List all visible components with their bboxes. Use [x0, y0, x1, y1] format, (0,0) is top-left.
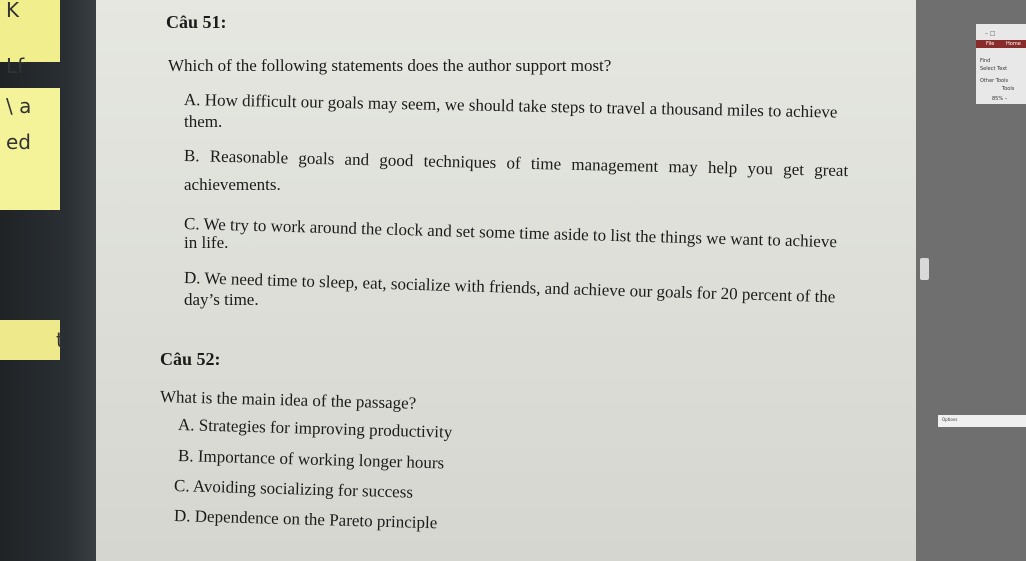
sticky-note-text: Lf — [6, 54, 25, 78]
tab-home[interactable]: Home — [1006, 41, 1021, 47]
tools-label: Tools — [1002, 86, 1015, 92]
sticky-note: t — [0, 320, 64, 360]
question-51-option-d-cont: day’s time. — [184, 290, 259, 309]
window-controls[interactable]: – □ — [985, 30, 996, 37]
sticky-note: \ a ed — [0, 88, 60, 210]
scrollbar-thumb[interactable] — [920, 258, 929, 280]
question-51-option-a-cont: them. — [184, 112, 223, 131]
question-51-label: Câu 51: — [166, 12, 227, 32]
question-52-label: Câu 52: — [160, 349, 221, 369]
left-bezel — [0, 0, 96, 561]
select-text-button[interactable]: Select Text — [980, 66, 1007, 72]
zoom-control[interactable]: 85% – — [992, 96, 1007, 102]
sticky-note-text: \ a — [6, 94, 32, 118]
sticky-note-text: t — [56, 328, 64, 352]
question-51-prompt: Which of the following statements does t… — [168, 56, 612, 75]
question-51-option-b-cont: achievements. — [184, 175, 281, 194]
sticky-note-text: K — [6, 0, 20, 22]
options-button[interactable]: Options — [942, 417, 957, 422]
question-51-option-c-cont: in life. — [184, 233, 229, 252]
other-tools-button[interactable]: Other Tools — [980, 78, 1008, 84]
sticky-note: K Lf — [0, 0, 60, 76]
sticky-note-text: ed — [6, 130, 31, 154]
status-bar: Options — [938, 415, 1026, 427]
find-button[interactable]: Find — [980, 58, 990, 64]
tab-file[interactable]: File — [986, 41, 994, 47]
app-ribbon — [976, 24, 1026, 104]
